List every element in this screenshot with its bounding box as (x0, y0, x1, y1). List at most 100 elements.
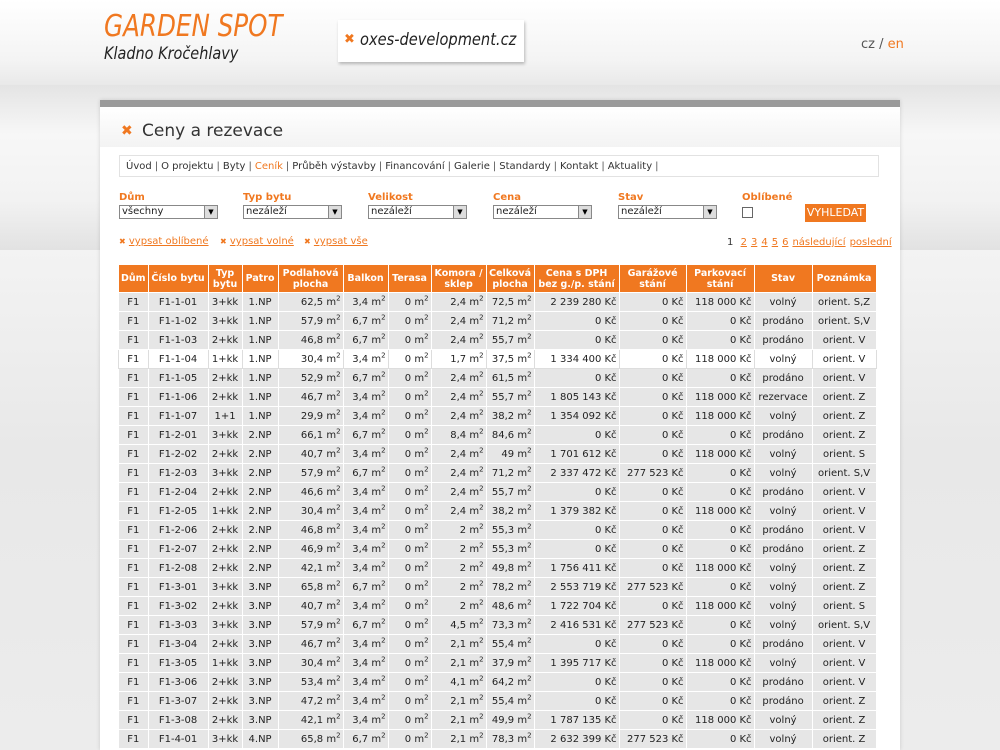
filter-velikost-value: nezáleží (371, 206, 412, 217)
list-free-link[interactable]: ✖ vypsat volné (220, 236, 294, 247)
table-row[interactable]: F1 F1-3-05 1+kk 3.NP 30,4 m2 3,4 m2 0 m2 2,1 m2… (118, 653, 877, 673)
table-row[interactable]: F1 F1-1-06 2+kk 1.NP 46,7 m2 3,4 m2 0 m2 2,4 m2… (118, 387, 877, 407)
pager-page-link[interactable]: 5 (772, 237, 778, 248)
table-cell: F1-2-07 (147, 539, 209, 559)
table-row[interactable]: F1 F1-4-01 3+kk 4.NP 65,8 m2 6,7 m2 0 m2 2,1 m2… (118, 729, 877, 749)
pager-page-link[interactable]: 2 (741, 237, 747, 248)
filter-dum-select[interactable]: všechny ▼ (119, 205, 218, 219)
table-cell: 118 000 Kč (685, 558, 755, 578)
table-row[interactable]: F1 F1-3-06 2+kk 3.NP 53,4 m2 3,4 m2 0 m2 4,1 m2… (118, 672, 877, 692)
table-cell: F1 (118, 387, 149, 407)
table-row[interactable]: F1 F1-1-01 3+kk 1.NP 62,5 m2 3,4 m2 0 m2 2,4 m2… (118, 292, 877, 312)
nav-item[interactable]: Úvod (126, 161, 152, 172)
dropdown-arrow-icon: ▼ (578, 206, 591, 218)
table-cell: 0 Kč (533, 311, 620, 331)
column-header: Podlahová plocha (277, 264, 344, 293)
nav-item[interactable]: Byty (223, 161, 246, 172)
nav-item[interactable]: Aktuality (608, 161, 652, 172)
lang-en-link[interactable]: en (888, 37, 904, 52)
site-logo[interactable]: GARDEN SPOT Kladno Kročehlavy (104, 10, 322, 65)
table-cell: 0 m2 (387, 577, 432, 597)
table-row[interactable]: F1 F1-1-02 3+kk 1.NP 57,9 m2 6,7 m2 0 m2 2,4 m2… (118, 311, 877, 331)
table-row[interactable]: F1 F1-2-08 2+kk 2.NP 42,1 m2 3,4 m2 0 m2 2 m2 49… (118, 558, 877, 578)
nav-item[interactable]: Financování (385, 161, 444, 172)
developer-link[interactable]: ✖ oxes-development.cz (338, 20, 524, 62)
table-cell: 1.NP (241, 387, 279, 407)
pager-last-link[interactable]: poslední (850, 237, 892, 248)
table-row[interactable]: F1 F1-1-05 2+kk 1.NP 52,9 m2 6,7 m2 0 m2 2,4 m2… (118, 368, 877, 388)
table-cell: 0 Kč (685, 463, 755, 483)
table-row[interactable]: F1 F1-3-02 2+kk 3.NP 40,7 m2 3,4 m2 0 m2 2 m2 48… (118, 596, 877, 616)
nav-separator: | (601, 161, 605, 172)
table-cell: 2+kk (207, 368, 243, 388)
table-row[interactable]: F1 F1-1-07 1+1 1.NP 29,9 m2 3,4 m2 0 m2 2,4 m2 3… (118, 406, 877, 426)
table-row[interactable]: F1 F1-1-04 1+kk 1.NP 30,4 m2 3,4 m2 0 m2 1,7 m2… (118, 349, 877, 369)
filter-oblibene-label: Oblíbené (742, 192, 793, 203)
table-cell: 0 m2 (387, 520, 432, 540)
list-all-link[interactable]: ✖ vypsat vše (304, 236, 368, 247)
table-cell: 0 m2 (387, 387, 432, 407)
table-cell: prodáno (753, 520, 813, 540)
filter-cena-select[interactable]: nezáleží ▼ (493, 205, 592, 219)
table-row[interactable]: F1 F1-2-06 2+kk 2.NP 46,8 m2 3,4 m2 0 m2 2 m2 55… (118, 520, 877, 540)
table-row[interactable]: F1 F1-3-01 3+kk 3.NP 65,8 m2 6,7 m2 0 m2 2 m2 78… (118, 577, 877, 597)
table-cell: F1-2-08 (147, 558, 209, 578)
nav-item[interactable]: Ceník (255, 161, 283, 172)
table-cell: 8,4 m2 (430, 425, 487, 445)
table-cell: 118 000 Kč (685, 292, 755, 312)
column-header: Dům (118, 264, 149, 293)
table-cell: prodáno (753, 368, 813, 388)
nav-item[interactable]: Kontakt (560, 161, 598, 172)
table-cell: orient. Z (811, 577, 877, 597)
search-button[interactable]: VYHLEDAT (805, 204, 866, 222)
lang-cz-link[interactable]: cz (861, 37, 875, 52)
filter-typ-bytu: Typ bytu nezáleží ▼ (243, 192, 342, 219)
table-row[interactable]: F1 F1-2-03 3+kk 2.NP 57,9 m2 6,7 m2 0 m2 2,4 m2… (118, 463, 877, 483)
table-cell: 46,8 m2 (277, 520, 344, 540)
table-row[interactable]: F1 F1-2-01 3+kk 2.NP 66,1 m2 6,7 m2 0 m2 8,4 m2… (118, 425, 877, 445)
table-row[interactable]: F1 F1-3-07 2+kk 3.NP 47,2 m2 3,4 m2 0 m2 2,1 m2… (118, 691, 877, 711)
column-header: Cena s DPH bez g./p. stání (533, 264, 620, 293)
table-row[interactable]: F1 F1-3-04 2+kk 3.NP 46,7 m2 3,4 m2 0 m2 2,1 m2… (118, 634, 877, 654)
table-row[interactable]: F1 F1-2-05 1+kk 2.NP 30,4 m2 3,4 m2 0 m2 2,4 m2… (118, 501, 877, 521)
filter-velikost-select[interactable]: nezáleží ▼ (368, 205, 467, 219)
nav-item[interactable]: O projektu (161, 161, 213, 172)
table-cell: 55,7 m2 (485, 482, 535, 502)
table-row[interactable]: F1 F1-2-02 2+kk 2.NP 40,7 m2 3,4 m2 0 m2 2,4 m2… (118, 444, 877, 464)
table-cell: 0 m2 (387, 729, 432, 749)
table-cell: F1-4-01 (147, 729, 209, 749)
table-cell: 0 Kč (533, 539, 620, 559)
filter-oblibene-checkbox[interactable] (742, 207, 753, 218)
nav-item[interactable]: Průběh výstavby (292, 161, 376, 172)
table-cell: 2,1 m2 (430, 729, 487, 749)
filter-stav-select[interactable]: nezáleží ▼ (618, 205, 717, 219)
table-cell: 0 Kč (685, 539, 755, 559)
table-cell: 2 239 280 Kč (533, 292, 620, 312)
filter-typ-bytu-select[interactable]: nezáleží ▼ (243, 205, 342, 219)
table-cell: 3,4 m2 (342, 444, 389, 464)
table-row[interactable]: F1 F1-2-04 2+kk 2.NP 46,6 m2 3,4 m2 0 m2 2,4 m2… (118, 482, 877, 502)
pager-page-link[interactable]: 4 (761, 237, 767, 248)
table-body: F1 F1-1-01 3+kk 1.NP 62,5 m2 3,4 m2 0 m2 2,4 m2… (118, 292, 877, 749)
table-cell: 62,5 m2 (277, 292, 344, 312)
table-row[interactable]: F1 F1-2-07 2+kk 2.NP 46,9 m2 3,4 m2 0 m2 2 m2 55… (118, 539, 877, 559)
table-cell: 0 m2 (387, 672, 432, 692)
pager-page-link[interactable]: 3 (751, 237, 757, 248)
table-row[interactable]: F1 F1-3-03 3+kk 3.NP 57,9 m2 6,7 m2 0 m2 4,5 m2… (118, 615, 877, 635)
table-cell: F1-1-06 (147, 387, 209, 407)
list-favorites-link[interactable]: ✖ vypsat oblíbené (119, 236, 209, 247)
table-cell: volný (753, 729, 813, 749)
table-cell: 3.NP (241, 615, 279, 635)
nav-item[interactable]: Galerie (454, 161, 490, 172)
table-cell: 78,2 m2 (485, 577, 535, 597)
table-cell: 55,3 m2 (485, 539, 535, 559)
table-row[interactable]: F1 F1-3-08 2+kk 3.NP 42,1 m2 3,4 m2 0 m2 2,1 m2… (118, 710, 877, 730)
pager-page-link[interactable]: 6 (782, 237, 788, 248)
table-cell: orient. V (811, 368, 877, 388)
nav-item[interactable]: Standardy (499, 161, 550, 172)
table-row[interactable]: F1 F1-1-03 2+kk 1.NP 46,8 m2 6,7 m2 0 m2 2,4 m2… (118, 330, 877, 350)
dropdown-arrow-icon: ▼ (453, 206, 466, 218)
table-cell: 6,7 m2 (342, 463, 389, 483)
pager-next-link[interactable]: následující (792, 237, 845, 248)
table-cell: 37,9 m2 (485, 653, 535, 673)
